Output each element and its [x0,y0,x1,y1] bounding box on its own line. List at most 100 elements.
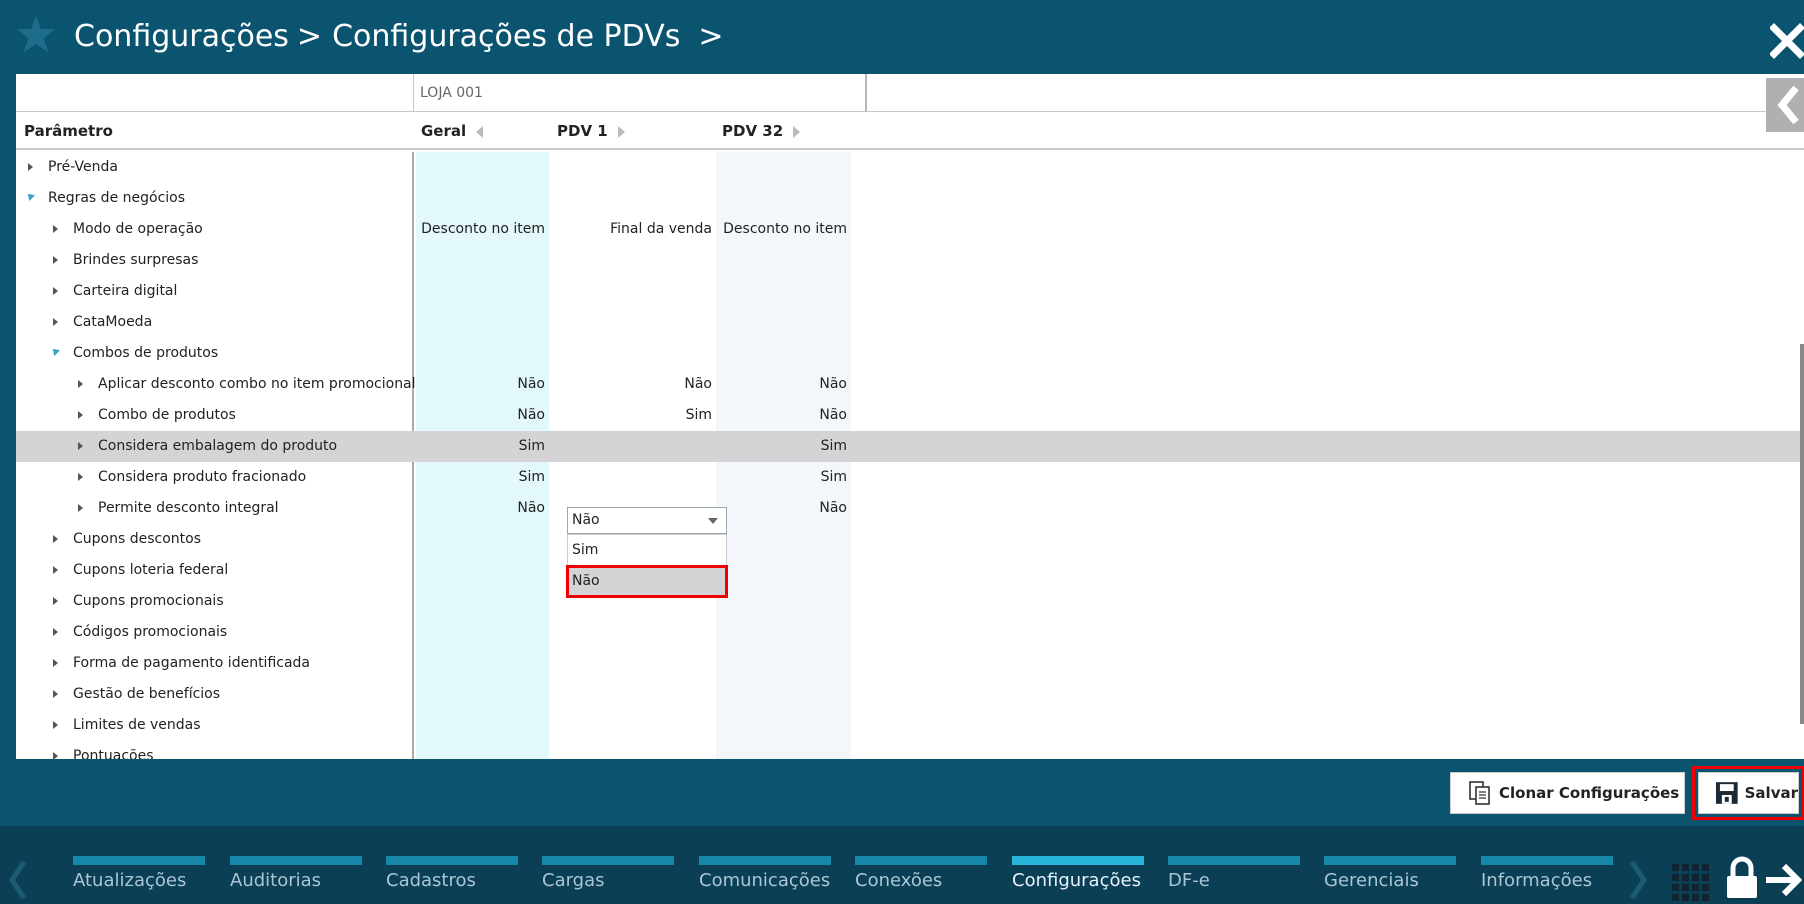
expand-arrow-icon[interactable] [53,659,58,667]
tree-row[interactable]: Modo de operação Desconto no item Final … [16,214,1804,245]
expand-arrow-icon[interactable] [78,504,83,512]
bottom-nav: Atualizações Auditorias Cadastros Cargas… [0,826,1804,904]
tree-row-label: Gestão de benefícios [73,686,221,702]
tree-row[interactable]: Combo de produtos Não Sim Não [16,400,1804,431]
dropdown-option-nao[interactable]: Não [566,565,728,598]
cell-geral[interactable]: Não [416,369,545,400]
tree-row[interactable]: Cupons loteria federal [16,555,1804,586]
cell-pdv32[interactable]: Sim [716,462,847,493]
cell-geral[interactable]: Desconto no item [416,214,545,245]
chevron-down-icon[interactable] [708,518,718,524]
column-header-geral[interactable]: Geral [421,112,484,150]
tree-row[interactable]: Cupons descontos [16,524,1804,555]
tree-row[interactable]: Combos de produtos [16,338,1804,369]
tree-row-label: Forma de pagamento identificada [73,655,311,671]
tree-row[interactable]: Limites de vendas [16,710,1804,741]
tree-row[interactable]: Pré-Venda [16,152,1804,183]
tree-row[interactable]: Pontuações [16,741,1804,759]
expand-arrow-icon[interactable] [53,318,58,326]
expand-right-icon[interactable] [793,125,801,138]
tree-row[interactable]: Cupons promocionais [16,586,1804,617]
column-header-pdv32[interactable]: PDV 32 [722,112,801,150]
cell-geral[interactable]: Não [416,400,545,431]
nav-item-comunicacoes[interactable]: Comunicações [699,856,831,904]
tree-row-selected[interactable]: Considera embalagem do produto Sim Sim [16,431,1804,462]
tree-row-label: Combos de produtos [73,345,219,361]
tree-row[interactable]: CataMoeda [16,307,1804,338]
tree-row[interactable]: Códigos promocionais [16,617,1804,648]
nav-item-auditorias[interactable]: Auditorias [230,856,362,904]
tree-row[interactable]: Carteira digital [16,276,1804,307]
expand-arrow-icon[interactable] [53,721,58,729]
tree-row[interactable]: Aplicar desconto combo no item promocion… [16,369,1804,400]
cell-pdv32[interactable]: Sim [716,431,847,462]
chevron-left-icon [1777,85,1799,125]
cell-pdv1[interactable]: Final da venda [549,214,712,245]
tree-row[interactable]: Forma de pagamento identificada [16,648,1804,679]
cell-pdv1[interactable]: Não [549,369,712,400]
tree-row[interactable]: Regras de negócios [16,183,1804,214]
expand-arrow-icon[interactable] [53,287,58,295]
expand-arrow-icon[interactable] [53,535,58,543]
side-panel-toggle[interactable] [1766,78,1804,132]
nav-item-informacoes[interactable]: Informações [1481,856,1613,904]
nav-bar [542,856,674,865]
dropdown-options-list: Sim Não [566,534,728,598]
expand-arrow-icon[interactable] [78,380,83,388]
cell-geral[interactable]: Sim [416,431,545,462]
expand-right-icon[interactable] [617,125,625,138]
pdv1-value-select[interactable]: Não [567,507,727,534]
cell-pdv32[interactable]: Desconto no item [716,214,847,245]
save-button[interactable]: Salvar [1692,766,1804,820]
expand-arrow-icon[interactable] [53,256,58,264]
tree-row[interactable]: Brindes surpresas [16,245,1804,276]
expand-arrow-icon[interactable] [53,566,58,574]
nav-item-conexoes[interactable]: Conexões [855,856,987,904]
expand-arrow-icon[interactable] [53,628,58,636]
expand-arrow-icon[interactable] [78,442,83,450]
cell-pdv32[interactable]: Não [716,493,847,524]
expand-arrow-icon[interactable] [53,752,58,759]
nav-prev-icon[interactable] [8,860,28,900]
clone-config-button[interactable]: Clonar Configurações [1450,772,1685,814]
cell-geral[interactable]: Sim [416,462,545,493]
nav-item-cadastros[interactable]: Cadastros [386,856,518,904]
close-icon[interactable] [1770,20,1804,60]
cell-pdv32[interactable]: Não [716,400,847,431]
logout-arrow-icon[interactable] [1764,860,1804,900]
expand-arrow-icon[interactable] [53,597,58,605]
nav-label: DF-e [1168,870,1210,891]
expand-arrow-icon[interactable] [78,473,83,481]
cell-geral[interactable]: Não [416,493,545,524]
tree-row[interactable]: Considera produto fracionado Sim Sim [16,462,1804,493]
star-icon[interactable] [16,14,56,54]
nav-item-cargas[interactable]: Cargas [542,856,674,904]
tree-row[interactable]: Permite desconto integral Não Não [16,493,1804,524]
tree-row-label: Considera embalagem do produto [98,438,338,454]
nav-bar [699,856,831,865]
nav-label: Cargas [542,870,605,891]
breadcrumb-item-pdvs[interactable]: Configurações de PDVs [332,19,680,54]
nav-next-icon[interactable] [1628,860,1648,900]
collapse-arrow-icon[interactable] [50,346,60,356]
expand-arrow-icon[interactable] [28,163,33,171]
nav-item-configuracoes[interactable]: Configurações [1012,856,1144,904]
collapse-arrow-icon[interactable] [25,191,35,201]
lock-icon[interactable] [1724,856,1760,900]
nav-item-gerenciais[interactable]: Gerenciais [1324,856,1456,904]
expand-arrow-icon[interactable] [78,411,83,419]
cell-pdv32[interactable]: Não [716,369,847,400]
expand-arrow-icon[interactable] [53,225,58,233]
column-header-pdv1[interactable]: PDV 1 [557,112,625,150]
vertical-scrollbar[interactable] [1800,344,1804,724]
nav-item-atualizacoes[interactable]: Atualizações [73,856,205,904]
expand-arrow-icon[interactable] [53,690,58,698]
collapse-left-icon[interactable] [476,125,484,138]
tree-row[interactable]: Gestão de benefícios [16,679,1804,710]
apps-grid-icon[interactable] [1670,862,1710,902]
nav-item-dfe[interactable]: DF-e [1168,856,1300,904]
dropdown-option-sim[interactable]: Sim [568,536,726,565]
breadcrumb-item-configuracoes[interactable]: Configurações [74,19,289,54]
tree-row-label: Considera produto fracionado [98,469,307,485]
cell-pdv1[interactable]: Sim [549,400,712,431]
